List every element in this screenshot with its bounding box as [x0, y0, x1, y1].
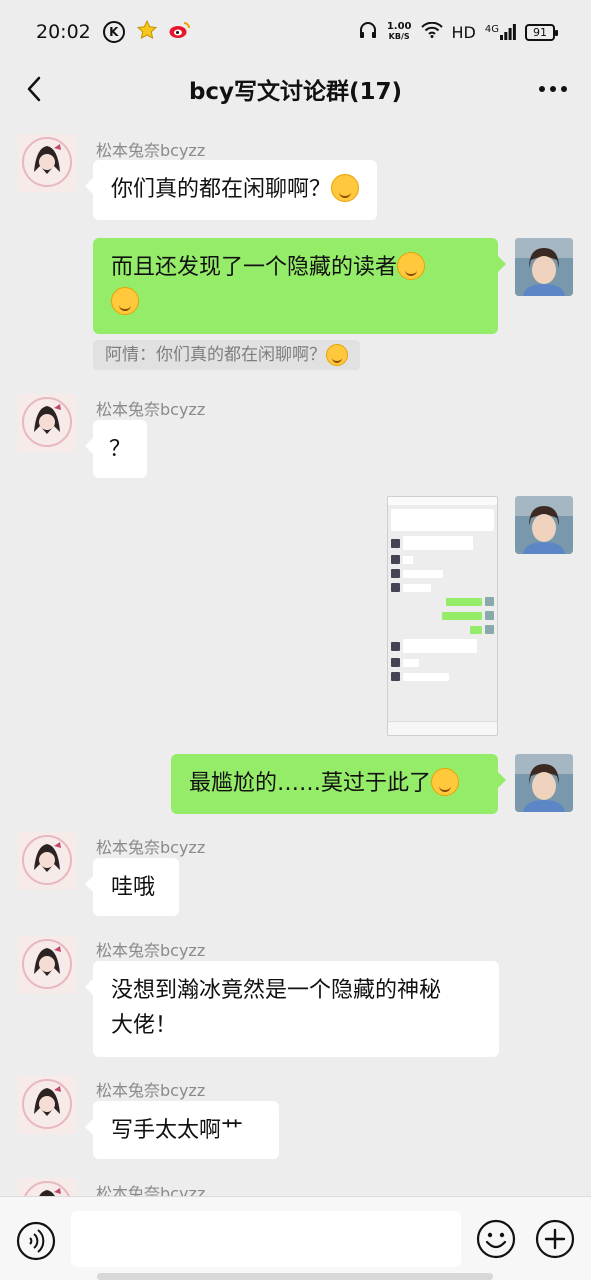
avatar[interactable]	[18, 1178, 76, 1196]
emoji-icon[interactable]	[476, 1219, 516, 1259]
sender-name: 松本兔奈bcyzz	[96, 141, 206, 160]
speed-unit: KB/S	[388, 32, 410, 41]
message-text: 最尴尬的……莫过于此了	[189, 771, 432, 796]
chat-screenshot-image[interactable]	[387, 496, 498, 736]
message-text: 没想到瀚冰竟然是一个隐藏的神秘	[111, 978, 442, 1003]
screenshot-row	[391, 658, 494, 667]
quote-reply[interactable]: 阿情：你们真的都在闲聊啊？	[93, 340, 360, 370]
message-bubble[interactable]: 没想到瀚冰竟然是一个隐藏的神秘 大佬！	[85, 961, 499, 1057]
avatar[interactable]	[515, 754, 573, 812]
sender-name: 松本兔奈bcyzz	[96, 838, 206, 857]
more-dots-icon[interactable]	[533, 69, 573, 109]
page-title: bcy写文讨论群(17)	[188, 79, 403, 105]
screenshot-row	[391, 583, 494, 592]
signal-icon: 4G	[485, 24, 516, 40]
message-bubble[interactable]: 最尴尬的……莫过于此了	[171, 754, 506, 814]
quote-text: 阿情：你们真的都在闲聊啊？	[105, 345, 326, 365]
screenshot-row	[391, 639, 494, 653]
star-icon	[136, 19, 157, 45]
message-text: 你们真的都在闲聊啊？	[111, 177, 332, 202]
screenshot-row	[391, 625, 494, 634]
avatar[interactable]	[18, 936, 76, 994]
message-text: 哇哦	[111, 875, 156, 900]
avatar[interactable]	[18, 1076, 76, 1134]
screenshot-row	[391, 611, 494, 620]
message-bubble[interactable]: 而且还发现了一个隐藏的读者	[93, 238, 506, 334]
screenshot-row	[391, 555, 494, 564]
message-text: 写手太太啊艹	[111, 1118, 244, 1143]
smiling-emoji-icon	[431, 768, 460, 796]
screenshot-header-card	[391, 509, 494, 531]
smiling-emoji-icon	[397, 252, 426, 280]
k-icon: K	[102, 21, 125, 43]
hd-label: HD	[451, 22, 476, 42]
network-type: 4G	[484, 24, 499, 35]
voice-icon[interactable]	[16, 1221, 56, 1261]
chevron-left-icon[interactable]	[14, 69, 54, 109]
avatar[interactable]	[515, 238, 573, 296]
message-bubble[interactable]: 你们真的都在闲聊啊？	[84, 160, 378, 220]
screenshot-input-bar	[388, 721, 497, 735]
weibo-icon	[169, 21, 191, 44]
speed-value: 1.00	[386, 21, 412, 32]
network-speed: 1.00 KB/S	[387, 22, 412, 42]
message-bubble[interactable]: 哇哦	[85, 858, 179, 916]
nav-bar: bcy写文讨论群(17)	[0, 64, 591, 114]
sender-name: 松本兔奈bcyzz	[96, 1081, 206, 1100]
status-time: 20:02	[36, 21, 91, 43]
screenshot-status	[388, 497, 497, 505]
laughing-emoji-icon	[331, 174, 360, 202]
battery-icon: 91	[525, 23, 558, 41]
message-text: 而且还发现了一个隐藏的读者	[111, 255, 398, 280]
message-text: ？	[108, 437, 131, 462]
chat-messages[interactable]: 松本兔奈bcyzz 你们真的都在闲聊啊？ 而且还发现了一个隐藏的读者 阿情：你们…	[0, 124, 591, 1196]
screenshot-row	[391, 672, 494, 681]
smiling-emoji-icon	[111, 287, 139, 315]
avatar[interactable]	[515, 496, 573, 554]
home-indicator	[97, 1273, 493, 1280]
sender-name: 松本兔奈bcyzz	[96, 941, 206, 960]
avatar[interactable]	[18, 394, 76, 452]
message-bubble[interactable]: 写手太太啊艹	[85, 1101, 279, 1159]
message-text: 大佬！	[111, 1013, 178, 1038]
plus-icon[interactable]	[535, 1219, 575, 1259]
status-bar: 20:02 K 1.00 KB/S HD 4G 91	[0, 0, 591, 64]
sender-name: 松本兔奈bcyzz	[96, 1184, 206, 1196]
screenshot-row	[391, 569, 494, 578]
screenshot-row	[391, 597, 494, 606]
input-bar	[0, 1196, 591, 1280]
avatar[interactable]	[18, 134, 76, 192]
laughing-emoji-icon	[326, 344, 348, 366]
wifi-icon	[420, 21, 443, 42]
message-input[interactable]	[71, 1211, 461, 1267]
screenshot-row	[391, 536, 494, 550]
sender-name: 松本兔奈bcyzz	[96, 400, 206, 419]
message-bubble[interactable]: ？	[85, 420, 147, 478]
avatar[interactable]	[18, 832, 76, 890]
headphones-icon	[358, 21, 378, 43]
